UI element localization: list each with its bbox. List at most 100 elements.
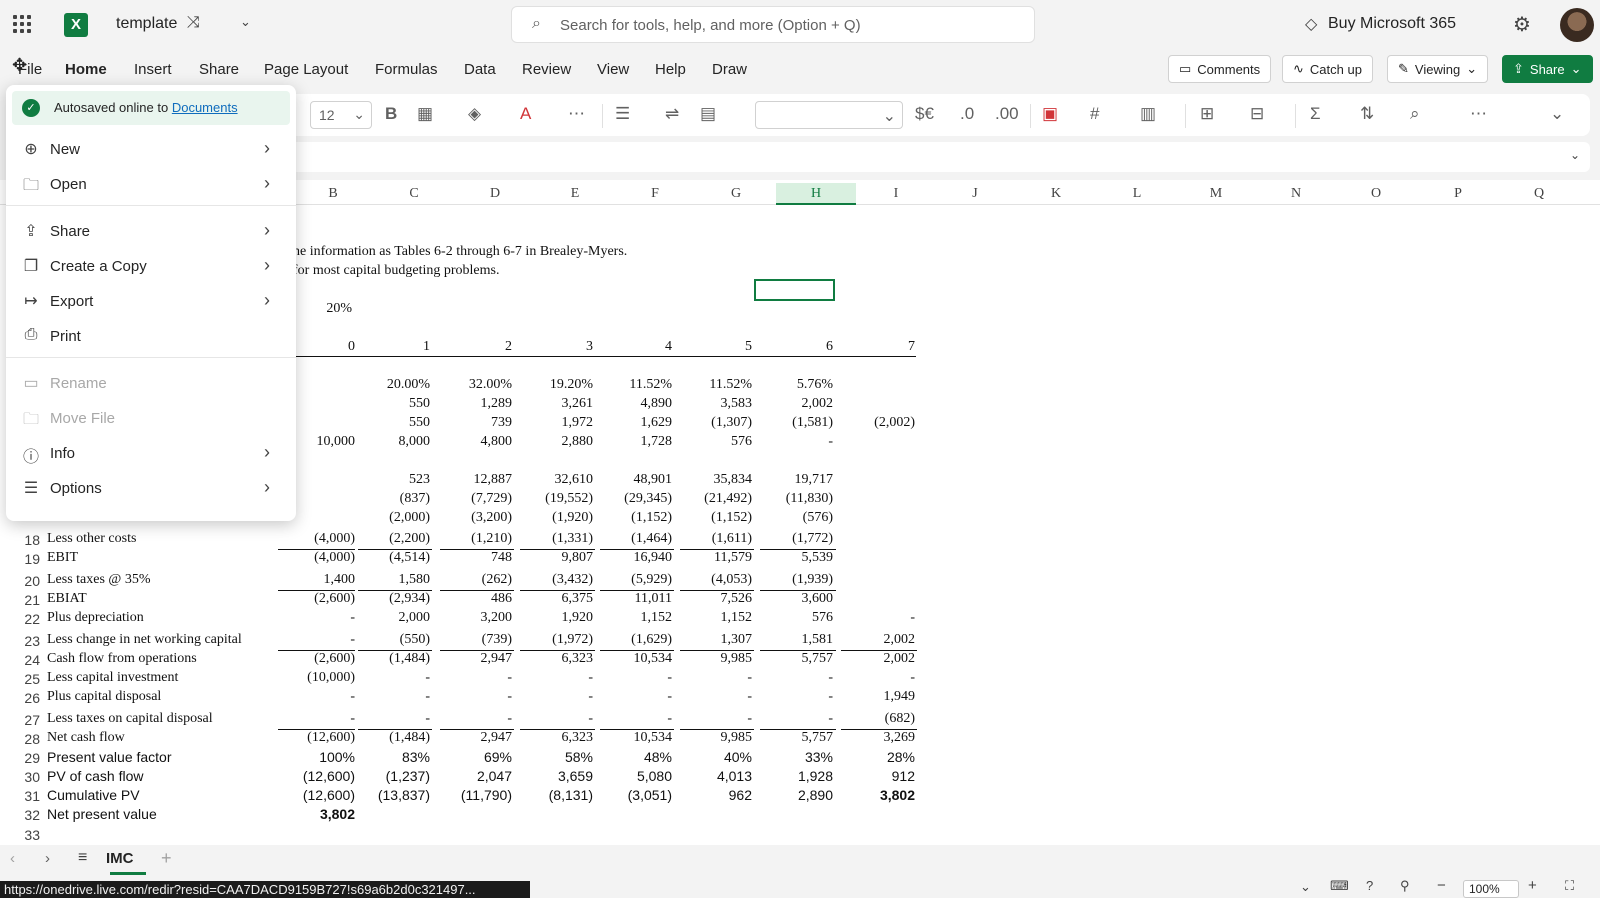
row-label[interactable]: Net present value	[47, 806, 157, 822]
table-cell[interactable]: 1,307	[676, 632, 753, 648]
table-cell[interactable]: 4,800	[436, 434, 513, 450]
table-cell[interactable]: 40%	[676, 749, 752, 765]
tab-page-layout[interactable]: Page Layout	[264, 61, 348, 78]
column-header-m[interactable]: M	[1176, 186, 1256, 202]
column-header-b[interactable]: B	[293, 186, 373, 202]
chevron-right-icon[interactable]: ›	[45, 850, 50, 867]
align-icon[interactable]: ☰	[615, 104, 630, 124]
table-cell[interactable]: (4,000)	[279, 550, 355, 566]
table-cell[interactable]: 2,047	[436, 768, 512, 784]
table-cell[interactable]: -	[757, 689, 833, 705]
table-cell[interactable]: 486	[436, 591, 512, 607]
all-sheets-icon[interactable]: ≡	[78, 849, 87, 867]
file-menu-item-share[interactable]: ⇪ Share ›	[6, 215, 296, 249]
column-header-d[interactable]: D	[455, 186, 535, 202]
row-header[interactable]: 31	[0, 788, 40, 804]
table-cell[interactable]: 7,526	[676, 591, 753, 607]
table-cell[interactable]: 20.00%	[354, 377, 430, 393]
more-options-icon[interactable]: ⋯	[1470, 104, 1487, 124]
table-cell[interactable]: (1,939)	[757, 572, 833, 588]
row-header[interactable]: 25	[0, 671, 40, 687]
table-cell[interactable]: 1,152	[596, 610, 673, 626]
table-cell[interactable]: 2,947	[436, 651, 513, 667]
row-label[interactable]: Less capital investment	[47, 670, 178, 686]
catch-up-button[interactable]: ∿ Catch up	[1282, 55, 1373, 83]
table-cell[interactable]: (10,000)	[279, 670, 355, 686]
table-cell[interactable]: -	[436, 670, 512, 686]
chevron-down-icon[interactable]: ⌄	[240, 14, 251, 30]
table-cell[interactable]: 69%	[436, 749, 512, 765]
row-header[interactable]: 26	[0, 690, 40, 706]
year-header[interactable]: 2	[436, 339, 512, 355]
table-cell[interactable]: -	[596, 689, 672, 705]
tab-formulas[interactable]: Formulas	[375, 61, 438, 78]
table-cell[interactable]: -	[839, 670, 915, 686]
table-cell[interactable]: 3,583	[676, 396, 753, 412]
table-cell[interactable]: 2,002	[757, 396, 834, 412]
table-cell[interactable]: 3,659	[517, 768, 593, 784]
table-cell[interactable]: 100%	[279, 749, 355, 765]
table-cell[interactable]: (682)	[839, 711, 915, 727]
table-cell[interactable]: -	[517, 711, 593, 727]
table-cell[interactable]: -	[354, 711, 430, 727]
row-label[interactable]: Less other costs	[47, 531, 136, 547]
table-cell[interactable]: (2,934)	[354, 591, 430, 607]
row-label[interactable]: Net cash flow	[47, 730, 125, 746]
share-button[interactable]: ⇪ Share ⌄	[1502, 55, 1593, 83]
column-header-l[interactable]: L	[1097, 186, 1177, 202]
column-header-q[interactable]: Q	[1499, 186, 1579, 202]
table-cell[interactable]: 48%	[596, 749, 672, 765]
table-cell[interactable]: 16,940	[596, 550, 673, 566]
column-header-c[interactable]: C	[374, 186, 454, 202]
table-cell[interactable]: 2,947	[436, 730, 513, 746]
search-box[interactable]: ⌕	[511, 6, 1035, 43]
row-label[interactable]: Plus capital disposal	[47, 689, 161, 705]
app-launcher-icon[interactable]	[13, 15, 31, 33]
column-header-g[interactable]: G	[696, 186, 776, 202]
table-cell[interactable]: (1,772)	[757, 531, 833, 547]
table-cell[interactable]: 58%	[517, 749, 593, 765]
table-cell[interactable]: 12,887	[436, 472, 513, 488]
column-header-h[interactable]: H	[776, 183, 856, 205]
table-cell[interactable]: (12,600)	[279, 730, 355, 746]
table-cell[interactable]: 5,757	[757, 651, 834, 667]
row-header[interactable]: 21	[0, 592, 40, 608]
help-icon[interactable]: ?	[1366, 878, 1373, 893]
table-cell[interactable]: (4,000)	[279, 531, 355, 547]
table-cell[interactable]: (2,000)	[354, 510, 430, 526]
row-header[interactable]: 23	[0, 633, 40, 649]
row-label[interactable]: Less taxes @ 35%	[47, 572, 150, 588]
table-cell[interactable]: -	[839, 610, 915, 626]
tab-review[interactable]: Review	[522, 61, 571, 78]
table-cell[interactable]: (739)	[436, 632, 512, 648]
tab-share[interactable]: Share	[199, 61, 239, 78]
table-cell[interactable]: (1,629)	[596, 632, 672, 648]
table-cell[interactable]: 1,400	[279, 572, 356, 588]
year-header[interactable]: 7	[839, 339, 915, 355]
table-cell[interactable]: (1,307)	[676, 415, 752, 431]
sort-filter-icon[interactable]: ⇅	[1360, 104, 1374, 124]
currency-icon[interactable]: $€	[915, 104, 934, 124]
table-cell[interactable]: (3,051)	[596, 787, 672, 803]
insert-cells-icon[interactable]: ⊞	[1200, 104, 1214, 124]
table-cell[interactable]: (19,552)	[517, 491, 593, 507]
table-cell[interactable]: (1,972)	[517, 632, 593, 648]
font-size-select[interactable]: 12 ⌄	[310, 101, 372, 129]
table-cell[interactable]: 5,539	[757, 550, 834, 566]
file-menu-item-create-a-copy[interactable]: ❐ Create a Copy ›	[6, 250, 296, 284]
table-cell[interactable]: 2,880	[517, 434, 594, 450]
chevron-down-icon[interactable]: ⌄	[1300, 879, 1311, 895]
row-label[interactable]: Less change in net working capital	[47, 632, 242, 648]
table-cell[interactable]: (1,920)	[517, 510, 593, 526]
column-header-f[interactable]: F	[615, 186, 695, 202]
table-cell[interactable]: 1,152	[676, 610, 753, 626]
zoom-out-icon[interactable]: −	[1437, 877, 1446, 894]
table-cell[interactable]: (837)	[354, 491, 430, 507]
table-cell[interactable]: (576)	[757, 510, 833, 526]
table-cell[interactable]: 576	[757, 610, 833, 626]
row-header[interactable]: 20	[0, 573, 40, 589]
table-cell[interactable]: -	[517, 689, 593, 705]
table-cell[interactable]: -	[596, 711, 672, 727]
table-cell[interactable]: 11,579	[676, 550, 752, 566]
row-header[interactable]: 24	[0, 652, 40, 668]
